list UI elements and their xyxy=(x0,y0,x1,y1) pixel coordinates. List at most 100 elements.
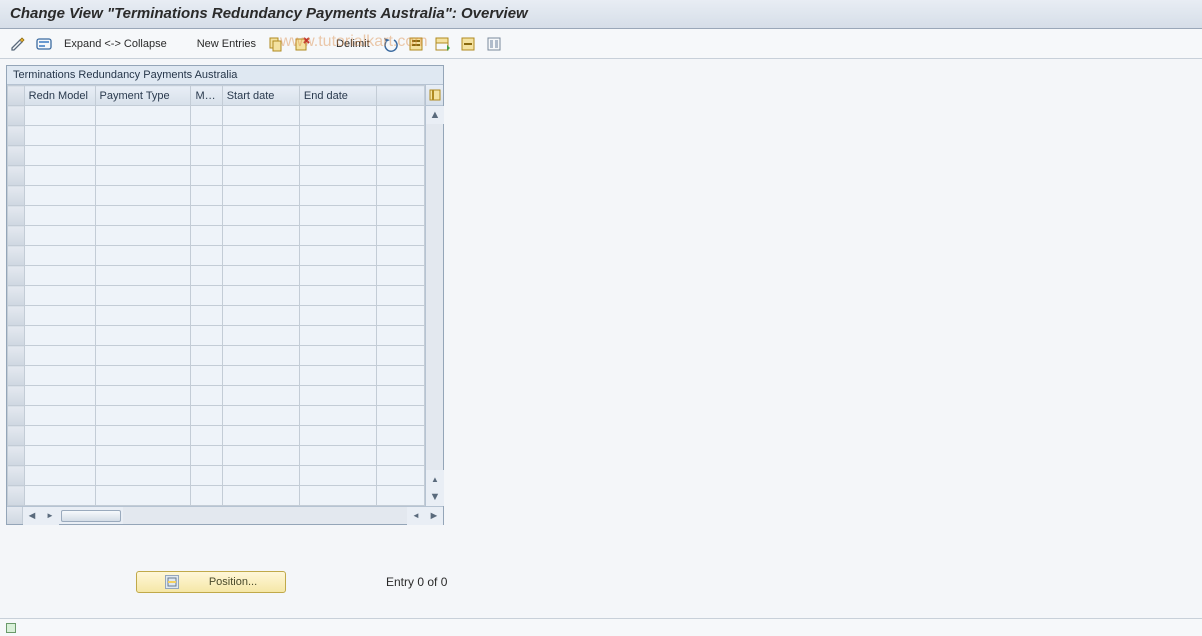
grid-cell[interactable] xyxy=(95,486,191,506)
grid-cell[interactable] xyxy=(377,286,425,306)
grid-cell[interactable] xyxy=(191,446,222,466)
grid-cell[interactable] xyxy=(377,266,425,286)
grid-cell[interactable] xyxy=(95,466,191,486)
grid-cell[interactable] xyxy=(377,346,425,366)
grid-cell[interactable] xyxy=(24,346,95,366)
grid-cell[interactable] xyxy=(299,226,376,246)
table-row[interactable] xyxy=(8,206,425,226)
table-row[interactable] xyxy=(8,366,425,386)
row-selector[interactable] xyxy=(8,186,25,206)
grid-cell[interactable] xyxy=(95,126,191,146)
grid-cell[interactable] xyxy=(191,266,222,286)
grid-cell[interactable] xyxy=(24,186,95,206)
grid-cell[interactable] xyxy=(95,346,191,366)
grid-cell[interactable] xyxy=(222,486,299,506)
grid-cell[interactable] xyxy=(299,106,376,126)
table-row[interactable] xyxy=(8,246,425,266)
table-row[interactable] xyxy=(8,286,425,306)
row-selector[interactable] xyxy=(8,246,25,266)
grid-cell[interactable] xyxy=(299,246,376,266)
grid-cell[interactable] xyxy=(377,206,425,226)
delimit-button[interactable]: Delimit xyxy=(332,34,374,54)
row-selector[interactable] xyxy=(8,206,25,226)
grid-cell[interactable] xyxy=(24,226,95,246)
grid-cell[interactable] xyxy=(377,186,425,206)
grid-cell[interactable] xyxy=(24,266,95,286)
grid-cell[interactable] xyxy=(222,206,299,226)
row-selector[interactable] xyxy=(8,466,25,486)
grid-cell[interactable] xyxy=(222,186,299,206)
expand-collapse-button[interactable]: Expand <-> Collapse xyxy=(60,34,171,54)
grid-cell[interactable] xyxy=(377,486,425,506)
row-selector[interactable] xyxy=(8,406,25,426)
grid-cell[interactable] xyxy=(222,406,299,426)
row-selector[interactable] xyxy=(8,386,25,406)
row-selector[interactable] xyxy=(8,486,25,506)
grid-cell[interactable] xyxy=(299,386,376,406)
table-row[interactable] xyxy=(8,326,425,346)
grid-cell[interactable] xyxy=(299,486,376,506)
deselect-all-icon[interactable] xyxy=(458,34,478,54)
grid-cell[interactable] xyxy=(24,386,95,406)
grid-cell[interactable] xyxy=(222,366,299,386)
grid-cell[interactable] xyxy=(377,326,425,346)
grid-cell[interactable] xyxy=(191,286,222,306)
grid-cell[interactable] xyxy=(95,386,191,406)
grid-cell[interactable] xyxy=(377,226,425,246)
grid-cell[interactable] xyxy=(222,126,299,146)
grid-cell[interactable] xyxy=(191,166,222,186)
grid-cell[interactable] xyxy=(377,306,425,326)
grid-cell[interactable] xyxy=(299,426,376,446)
grid-cell[interactable] xyxy=(377,106,425,126)
grid-cell[interactable] xyxy=(222,246,299,266)
grid-cell[interactable] xyxy=(377,466,425,486)
grid-cell[interactable] xyxy=(95,186,191,206)
grid-cell[interactable] xyxy=(191,406,222,426)
grid-cell[interactable] xyxy=(299,306,376,326)
grid-cell[interactable] xyxy=(299,286,376,306)
grid-cell[interactable] xyxy=(222,286,299,306)
grid-cell[interactable] xyxy=(24,446,95,466)
scroll-up-icon[interactable]: ▲ xyxy=(426,106,444,124)
grid-cell[interactable] xyxy=(299,146,376,166)
grid-cell[interactable] xyxy=(191,346,222,366)
grid-cell[interactable] xyxy=(377,246,425,266)
row-selector[interactable] xyxy=(8,346,25,366)
grid-cell[interactable] xyxy=(24,246,95,266)
table-row[interactable] xyxy=(8,266,425,286)
col-header-end-date[interactable]: End date xyxy=(299,86,376,106)
grid-cell[interactable] xyxy=(24,326,95,346)
row-selector-header[interactable] xyxy=(8,86,25,106)
table-row[interactable] xyxy=(8,186,425,206)
grid-cell[interactable] xyxy=(222,266,299,286)
grid-cell[interactable] xyxy=(191,326,222,346)
grid-cell[interactable] xyxy=(191,186,222,206)
change-mode-icon[interactable] xyxy=(8,34,28,54)
grid-cell[interactable] xyxy=(95,366,191,386)
table-row[interactable] xyxy=(8,306,425,326)
scroll-down-icon[interactable]: ▼ xyxy=(426,488,444,506)
grid-cell[interactable] xyxy=(377,386,425,406)
scroll-left-icon[interactable]: ◄ xyxy=(23,507,41,525)
row-selector[interactable] xyxy=(8,166,25,186)
data-grid[interactable]: Redn Model Payment Type Ma... Start date… xyxy=(7,85,425,506)
grid-cell[interactable] xyxy=(191,306,222,326)
grid-cell[interactable] xyxy=(191,126,222,146)
grid-cell[interactable] xyxy=(95,306,191,326)
col-header-payment-type[interactable]: Payment Type xyxy=(95,86,191,106)
grid-cell[interactable] xyxy=(24,426,95,446)
scroll-right-step-icon[interactable]: ► xyxy=(41,507,59,525)
new-entries-button[interactable]: New Entries xyxy=(193,34,260,54)
row-selector[interactable] xyxy=(8,286,25,306)
grid-cell[interactable] xyxy=(191,426,222,446)
row-selector[interactable] xyxy=(8,266,25,286)
grid-cell[interactable] xyxy=(377,166,425,186)
grid-cell[interactable] xyxy=(377,446,425,466)
table-row[interactable] xyxy=(8,346,425,366)
row-selector[interactable] xyxy=(8,126,25,146)
delete-icon[interactable] xyxy=(292,34,312,54)
grid-cell[interactable] xyxy=(95,166,191,186)
position-button[interactable]: Position... xyxy=(136,571,286,593)
scroll-left-step-icon[interactable]: ◄ xyxy=(407,507,425,525)
grid-cell[interactable] xyxy=(95,426,191,446)
